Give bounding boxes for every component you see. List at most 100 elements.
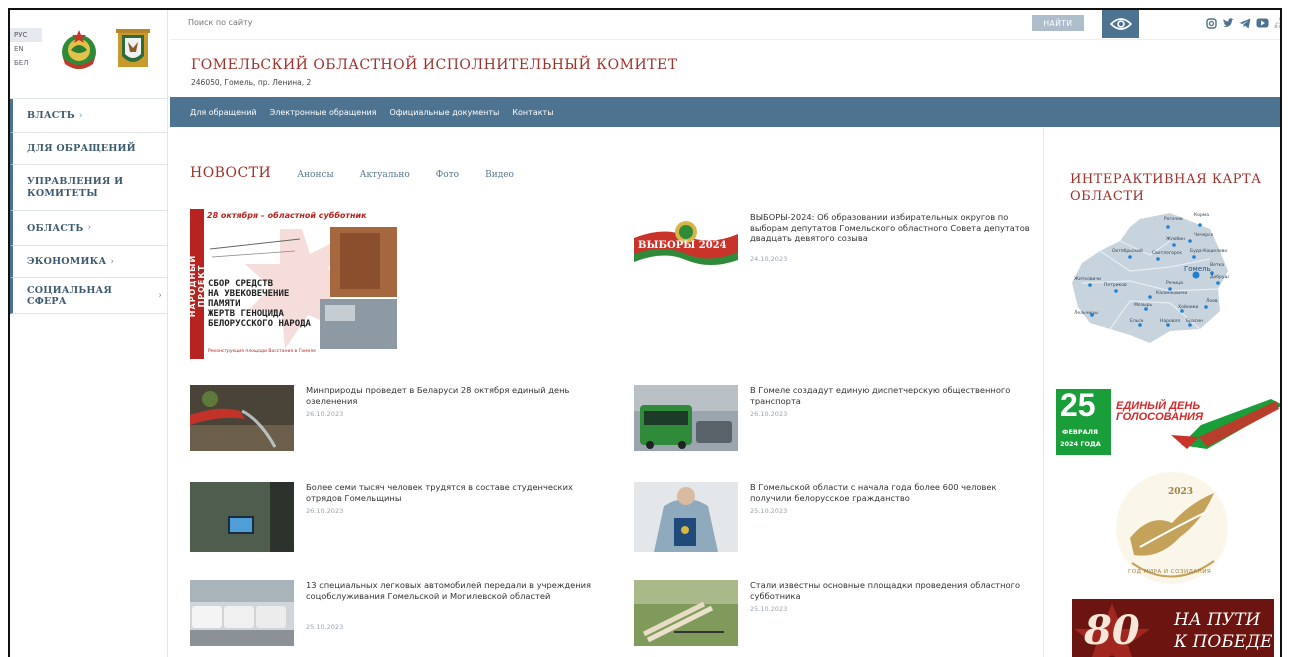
chevron-right-icon: ›: [110, 256, 115, 267]
sidebar-item-obrashcheniya[interactable]: ДЛЯ ОБРАЩЕНИЙ: [10, 133, 168, 165]
sidebar-item-label: ДЛЯ ОБРАЩЕНИЙ: [27, 143, 136, 154]
sidebar-item-label: ВЛАСТЬ: [27, 110, 75, 121]
sidebar-item-oblast[interactable]: ОБЛАСТЬ ›: [10, 211, 168, 246]
search-input[interactable]: [188, 18, 488, 27]
eye-icon: [1109, 18, 1132, 30]
map-district-label[interactable]: Ельск: [1130, 319, 1144, 324]
news-item[interactable]: В Гомельской области с начала года более…: [634, 482, 1044, 552]
sidebar-item-socialnaya[interactable]: СОЦИАЛЬНАЯ СФЕРА ›: [10, 278, 168, 314]
map-district-label[interactable]: Наровля: [1160, 319, 1180, 324]
news-item-date: 26.10.2023: [306, 410, 344, 418]
map-district-label[interactable]: Чечерск: [1194, 233, 1213, 238]
victory-line: К ПОБЕДЕ: [1174, 632, 1273, 652]
news-section: НОВОСТИ Анонсы Актуально Фото Видео 28 о…: [170, 127, 1044, 657]
telegram-icon[interactable]: [1239, 18, 1251, 29]
map-district-label[interactable]: Брагин: [1186, 319, 1203, 324]
featured-news-banner[interactable]: 28 октября – областной субботник НАРОДНЫ…: [188, 209, 397, 359]
news-title[interactable]: НОВОСТИ: [190, 165, 271, 181]
map-district-label[interactable]: Жлобин: [1166, 237, 1185, 242]
news-thumbnail: [634, 385, 738, 451]
twitter-icon[interactable]: [1222, 17, 1234, 29]
accessibility-eye-button[interactable]: [1102, 10, 1139, 38]
instagram-icon[interactable]: [1206, 17, 1217, 29]
news-item-date: 24.10.2023: [750, 255, 788, 263]
org-name[interactable]: ГОМЕЛЬСКИЙ ОБЛАСТНОЙ ИСПОЛНИТЕЛЬНЫЙ КОМИ…: [191, 57, 678, 73]
map-district-label[interactable]: Житковичи: [1074, 277, 1101, 282]
menu-item-obrashcheniya[interactable]: Для обращений: [190, 108, 257, 117]
search-button[interactable]: НАЙТИ: [1032, 15, 1084, 31]
lang-be[interactable]: БЕЛ: [10, 56, 42, 70]
gomel-region-emblem-icon[interactable]: [114, 28, 152, 72]
menu-item-documents[interactable]: Официальные документы: [389, 108, 499, 117]
main-menu: Для обращений Электронные обращения Офиц…: [170, 97, 1280, 127]
victory-line: НА ПУТИ: [1174, 610, 1261, 630]
news-item[interactable]: 13 специальных легковых автомобилей пере…: [190, 580, 600, 646]
map-district-label[interactable]: Хойники: [1178, 305, 1198, 310]
top-bar: НАЙТИ: [170, 10, 1280, 40]
tab-anonsy[interactable]: Анонсы: [297, 170, 333, 180]
left-column: РУС EN БЕЛ ВЛАСТЬ › ДЛЯ ОБРАЩЕНИЙ УПРАВЛ…: [10, 10, 168, 657]
featured-line: ПАМЯТИ: [208, 299, 241, 309]
news-item-elections[interactable]: ВЫБОРЫ 2024 ВЫБОРЫ-2024: Об образовании …: [634, 212, 1034, 282]
news-item-text: В Гомеле создадут единую диспетчерскую о…: [750, 385, 1011, 406]
featured-line: НА УВЕКОВЕЧЕНИЕ: [208, 289, 290, 299]
featured-body: СБОР СРЕДСТВ НА УВЕКОВЕЧЕНИЕ ПАМЯТИ ЖЕРТ…: [208, 279, 311, 329]
news-item[interactable]: Минприроды проведет в Беларуси 28 октябр…: [190, 385, 600, 451]
year-of-peace-banner[interactable]: 2023 ГОД МИРА И СОЗИДАНИЯ: [1110, 463, 1234, 593]
peace-text: ГОД МИРА И СОЗИДАНИЯ: [1128, 569, 1212, 575]
sidebar-item-label: ОБЛАСТЬ: [27, 222, 84, 234]
sidebar-item-label: ЭКОНОМИКА: [27, 256, 107, 267]
victory-text: НА ПУТИ К ПОБЕДЕ: [1174, 609, 1272, 653]
menu-item-contacts[interactable]: Контакты: [512, 108, 553, 117]
voting-day-banner[interactable]: 25 ФЕВРАЛЯ 2024 ГОДА ЕДИНЫЙ ДЕНЬ ГОЛОСОВ…: [1056, 387, 1280, 455]
map-district-label[interactable]: Октябрьский: [1112, 249, 1143, 254]
right-column: ИНТЕРАКТИВНАЯ КАРТА ОБЛАСТИ Рогачев Корм…: [1046, 127, 1280, 657]
sidebar-nav: ВЛАСТЬ › ДЛЯ ОБРАЩЕНИЙ УПРАВЛЕНИЯ И КОМИ…: [10, 98, 168, 314]
sidebar-item-ekonomika[interactable]: ЭКОНОМИКА ›: [10, 246, 168, 278]
map-district-label-gomel[interactable]: Гомель: [1184, 265, 1211, 273]
map-district-label[interactable]: Петриков: [1104, 283, 1127, 288]
sidebar-item-label: СОЦИАЛЬНАЯ СФЕРА: [27, 284, 113, 307]
tab-video[interactable]: Видео: [485, 170, 514, 180]
chevron-right-icon: ›: [158, 290, 162, 301]
map-district-label[interactable]: Добруш: [1210, 275, 1229, 280]
news-item-date: 25.10.2023: [750, 605, 788, 613]
youtube-icon[interactable]: [1256, 18, 1269, 28]
news-item[interactable]: Более семи тысяч человек трудятся в сост…: [190, 482, 600, 552]
featured-caption: Реконструкция площади Восстания в Гомеле: [208, 349, 316, 354]
map-district-label[interactable]: Лоев: [1206, 299, 1218, 304]
news-item[interactable]: Стали известны основные площадки проведе…: [634, 580, 1044, 646]
sitemap-icon[interactable]: [1274, 17, 1280, 29]
map-district-label[interactable]: Ветка: [1210, 263, 1224, 268]
map-district-label[interactable]: Мозырь: [1134, 303, 1152, 308]
map-district-label[interactable]: Речица: [1166, 281, 1183, 286]
belarus-emblem-icon[interactable]: [60, 28, 98, 72]
sidebar-item-upravleniya[interactable]: УПРАВЛЕНИЯ И КОМИТЕТЫ: [10, 165, 168, 211]
menu-item-e-obrashcheniya[interactable]: Электронные обращения: [270, 108, 377, 117]
news-item-text: Стали известны основные площадки проведе…: [750, 580, 1021, 601]
map-district-label[interactable]: Корма: [1194, 213, 1209, 218]
map-district-label[interactable]: Лельчицы: [1074, 311, 1098, 316]
interactive-region-map[interactable]: Рогачев Корма Чечерск Жлобин Октябрьский…: [1070, 211, 1230, 351]
map-district-label[interactable]: Рогачев: [1164, 217, 1183, 222]
news-item[interactable]: В Гомеле создадут единую диспетчерскую о…: [634, 385, 1044, 451]
lang-en[interactable]: EN: [10, 42, 42, 56]
featured-side-text: НАРОДНЫЙ ПРОЕКТ: [188, 254, 206, 318]
elections-thumbnail: ВЫБОРЫ 2024: [634, 212, 738, 278]
victory-80-banner[interactable]: 80 НА ПУТИ К ПОБЕДЕ: [1072, 599, 1274, 657]
sidebar-item-vlast[interactable]: ВЛАСТЬ ›: [10, 99, 168, 133]
map-district-label[interactable]: Светлогорск: [1152, 251, 1182, 256]
site-header: ГОМЕЛЬСКИЙ ОБЛАСТНОЙ ИСПОЛНИТЕЛЬНЫЙ КОМИ…: [170, 40, 1280, 96]
tab-aktualno[interactable]: Актуально: [360, 170, 410, 180]
map-district-label[interactable]: Калинковичи: [1156, 291, 1187, 296]
news-item-text: ВЫБОРЫ-2024: Об образовании избирательны…: [750, 212, 1030, 243]
map-district-label[interactable]: Буда-Кошелево: [1190, 249, 1227, 254]
news-thumbnail: [190, 580, 294, 646]
tab-foto[interactable]: Фото: [436, 170, 459, 180]
lang-ru[interactable]: РУС: [10, 28, 42, 42]
news-item-date: 25.10.2023: [306, 623, 344, 631]
map-title[interactable]: ИНТЕРАКТИВНАЯ КАРТА ОБЛАСТИ: [1070, 171, 1280, 205]
news-item-text: Более семи тысяч человек трудятся в сост…: [306, 482, 573, 503]
voting-year: 2024 ГОДА: [1060, 440, 1101, 448]
news-item-text: 13 специальных легковых автомобилей пере…: [306, 580, 592, 601]
